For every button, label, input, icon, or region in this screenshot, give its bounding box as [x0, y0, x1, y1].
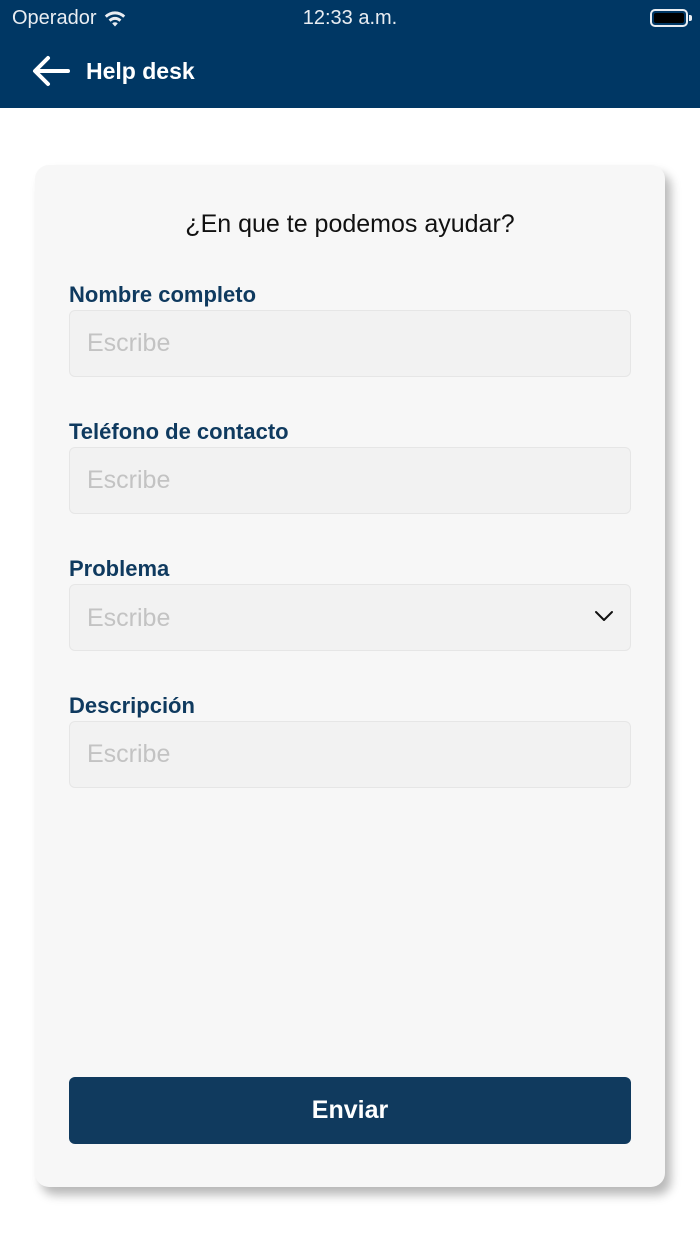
- problem-select[interactable]: Escribe: [69, 584, 631, 651]
- submit-button[interactable]: Enviar: [69, 1077, 631, 1144]
- problem-select-placeholder: Escribe: [87, 604, 171, 632]
- page-title: Help desk: [86, 58, 195, 84]
- nav-bar: Help desk: [0, 46, 700, 96]
- status-bar: Operador 12:33 a.m.: [0, 0, 700, 36]
- problem-label: Problema: [69, 556, 170, 581]
- chevron-down-icon: [595, 611, 613, 621]
- form-heading: ¿En que te podemos ayudar?: [185, 210, 515, 238]
- full-name-input[interactable]: [69, 310, 631, 377]
- description-input[interactable]: [69, 721, 631, 788]
- back-arrow-icon[interactable]: [30, 54, 72, 88]
- status-time: 12:33 a.m.: [302, 7, 398, 29]
- description-label: Descripción: [69, 693, 195, 718]
- battery-icon: [650, 9, 692, 27]
- helpdesk-form-card: ¿En que te podemos ayudar? Nombre comple…: [35, 165, 665, 1187]
- app-header: Operador 12:33 a.m. Help desk: [0, 0, 700, 108]
- phone-input[interactable]: [69, 447, 631, 514]
- full-name-label: Nombre completo: [69, 282, 257, 307]
- phone-label: Teléfono de contacto: [69, 419, 289, 444]
